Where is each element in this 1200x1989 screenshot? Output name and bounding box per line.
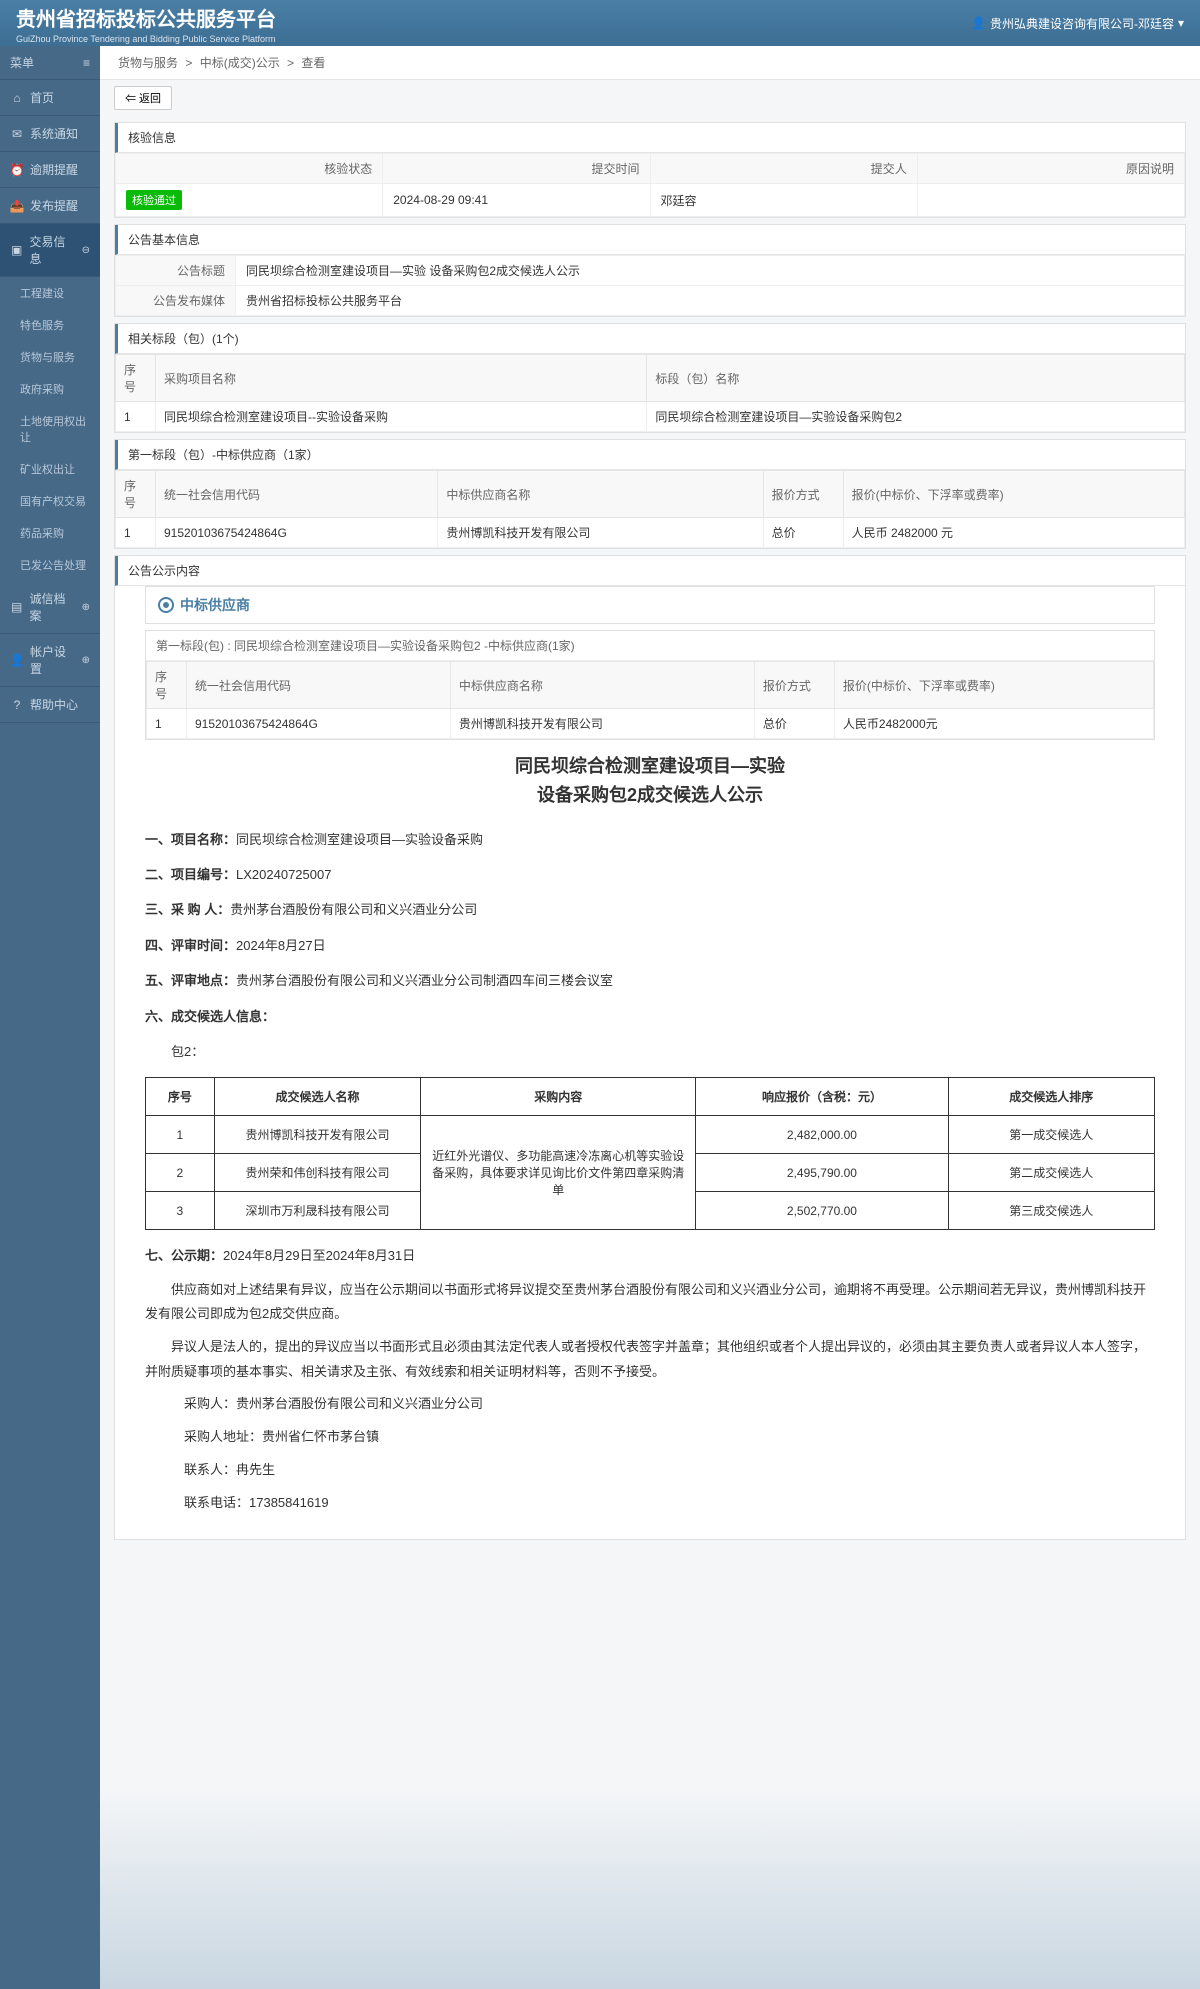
menu-notify[interactable]: ✉系统通知 — [0, 116, 100, 152]
breadcrumb: 货物与服务 > 中标(成交)公示 > 查看 — [100, 46, 1200, 80]
sidebar: 菜单 ≡ ⌂首页 ✉系统通知 ⏰逾期提醒 📤发布提醒 ▣交易信息⊖ 工程建设 特… — [0, 46, 100, 1989]
user-icon: 👤 — [971, 16, 986, 30]
user-icon: 👤 — [10, 653, 24, 667]
menu-toggle-icon[interactable]: ≡ — [83, 56, 90, 70]
supplier-section: 第一标段（包）-中标供应商（1家） 序号统一社会信用代码中标供应商名称报价方式报… — [114, 439, 1186, 549]
home-icon: ⌂ — [10, 91, 24, 105]
table-row: 1同民坝综合检测室建设项目--实验设备采购同民坝综合检测室建设项目—实验设备采购… — [116, 402, 1185, 432]
submenu-special[interactable]: 特色服务 — [0, 309, 100, 341]
table-row: 1贵州博凯科技开发有限公司近红外光谱仪、多功能高速冷冻离心机等实验设备采购，具体… — [146, 1116, 1155, 1154]
app-header: 贵州省招标投标公共服务平台 GuiZhou Province Tendering… — [0, 0, 1200, 46]
dropdown-icon: ▾ — [1178, 16, 1184, 30]
menu-home[interactable]: ⌂首页 — [0, 80, 100, 116]
status-badge: 核验通过 — [126, 190, 182, 210]
content-section: 公告公示内容 中标供应商 第一标段(包) : 同民坝综合检测室建设项目—实验设备… — [114, 555, 1186, 1540]
table-row: 191520103675424864G贵州博凯科技开发有限公司总价人民币 248… — [116, 518, 1185, 548]
expand-icon: ⊕ — [82, 655, 90, 666]
sidebar-header: 菜单 ≡ — [0, 46, 100, 80]
header-user[interactable]: 👤 贵州弘典建设咨询有限公司-邓廷容 ▾ — [971, 15, 1184, 32]
help-icon: ? — [10, 698, 24, 712]
main-content: 货物与服务 > 中标(成交)公示 > 查看 ⇐ 返回 核验信息 核验状态 提交时… — [100, 46, 1200, 1989]
submenu-construction[interactable]: 工程建设 — [0, 277, 100, 309]
expand-icon: ⊕ — [82, 602, 90, 613]
related-section: 相关标段（包）(1个) 序号采购项目名称标段（包）名称 1同民坝综合检测室建设项… — [114, 323, 1186, 433]
submenu-mining[interactable]: 矿业权出让 — [0, 453, 100, 485]
header-title-en: GuiZhou Province Tendering and Bidding P… — [16, 34, 276, 44]
menu-account[interactable]: 👤帐户设置⊕ — [0, 634, 100, 687]
file-icon: ▤ — [10, 600, 23, 614]
bidder-title: 中标供应商 — [145, 586, 1155, 624]
submenu-goods[interactable]: 货物与服务 — [0, 341, 100, 373]
menu-overdue[interactable]: ⏰逾期提醒 — [0, 152, 100, 188]
submenu-state[interactable]: 国有产权交易 — [0, 485, 100, 517]
menu-publish[interactable]: 📤发布提醒 — [0, 188, 100, 224]
menu-credit[interactable]: ▤诚信档案⊕ — [0, 581, 100, 634]
basic-section: 公告基本信息 公告标题同民坝综合检测室建设项目—实验 设备采购包2成交候选人公示… — [114, 224, 1186, 317]
clock-icon: ⏰ — [10, 163, 24, 177]
menu-help[interactable]: ?帮助中心 — [0, 687, 100, 723]
verify-section: 核验信息 核验状态 提交时间 提交人 原因说明 核验通过 2024-08-29 … — [114, 122, 1186, 218]
back-button[interactable]: ⇐ 返回 — [114, 86, 172, 110]
table-row: 191520103675424864G贵州博凯科技开发有限公司总价人民币2482… — [147, 709, 1154, 739]
submenu-land[interactable]: 土地使用权出让 — [0, 405, 100, 453]
verify-title: 核验信息 — [115, 123, 1185, 153]
header-title: 贵州省招标投标公共服务平台 — [16, 3, 276, 32]
bell-icon: ✉ — [10, 127, 24, 141]
send-icon: 📤 — [10, 199, 24, 213]
list-icon: ▣ — [10, 243, 23, 257]
submenu-processed[interactable]: 已发公告处理 — [0, 549, 100, 581]
announcement-title: 同民坝综合检测室建设项目—实验 设备采购包2成交候选人公示 — [145, 740, 1155, 822]
submenu-drug[interactable]: 药品采购 — [0, 517, 100, 549]
target-icon — [158, 597, 174, 613]
menu-trade[interactable]: ▣交易信息⊖ — [0, 224, 100, 277]
expand-icon: ⊖ — [82, 245, 90, 256]
submenu-gov[interactable]: 政府采购 — [0, 373, 100, 405]
candidate-table: 序号 成交候选人名称 采购内容 响应报价（含税：元） 成交候选人排序 1贵州博凯… — [145, 1077, 1155, 1230]
